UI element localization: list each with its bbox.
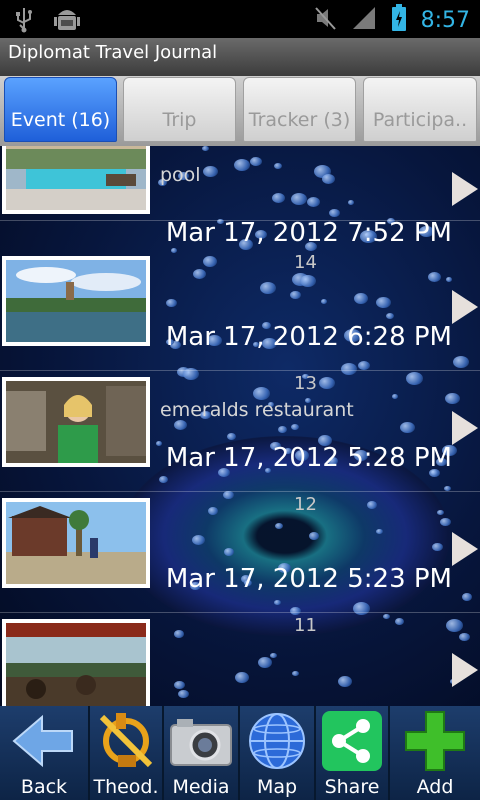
status-bar: 8:57	[0, 0, 480, 38]
share-icon	[319, 710, 385, 772]
tab-tracker[interactable]: Tracker (3)	[243, 77, 356, 142]
share-button[interactable]: Share	[316, 706, 390, 800]
list-item[interactable]: 15 pool Mar 17, 2012 7:52 PM	[0, 146, 480, 248]
back-arrow-icon	[11, 710, 77, 772]
chevron-right-icon[interactable]	[452, 411, 478, 445]
list-item[interactable]: 11	[0, 613, 480, 706]
battery-icon	[391, 4, 407, 36]
chevron-right-icon[interactable]	[452, 172, 478, 206]
chevron-right-icon[interactable]	[452, 532, 478, 566]
event-list[interactable]: 15 pool Mar 17, 2012 7:52 PM 14 Mar 17, …	[0, 146, 480, 706]
tab-participants[interactable]: Participa..	[363, 77, 477, 142]
list-item[interactable]: 12 Mar 17, 2012 5:23 PM	[0, 492, 480, 613]
status-time: 8:57	[420, 7, 470, 33]
usb-icon	[14, 7, 34, 37]
event-thumbnail	[2, 619, 150, 706]
globe-icon	[244, 710, 310, 772]
app-title: Diplomat Travel Journal	[0, 38, 480, 76]
camera-icon	[168, 710, 234, 772]
media-button[interactable]: Media	[164, 706, 240, 800]
event-number: 13	[294, 373, 317, 394]
bottom-toolbar: Back Theod. Media Map Share Add	[0, 706, 480, 800]
tab-trip[interactable]: Trip	[123, 77, 236, 142]
map-label: Map	[256, 776, 298, 798]
event-date: Mar 17, 2012 5:23 PM	[165, 564, 452, 594]
theodolite-icon	[93, 710, 159, 772]
signal-icon	[351, 5, 377, 35]
tab-event[interactable]: Event (16)	[4, 77, 117, 142]
share-label: Share	[324, 776, 380, 798]
add-button[interactable]: Add	[390, 706, 480, 800]
media-label: Media	[172, 776, 230, 798]
event-date: Mar 17, 2012 7:52 PM	[165, 218, 452, 248]
map-button[interactable]: Map	[240, 706, 316, 800]
back-label: Back	[20, 776, 68, 798]
event-thumbnail	[2, 377, 150, 467]
back-button[interactable]: Back	[0, 706, 90, 800]
tab-bar: Event (16) Trip Tracker (3) Participa..	[0, 76, 480, 146]
theodolite-button[interactable]: Theod.	[90, 706, 164, 800]
event-thumbnail	[2, 256, 150, 346]
event-thumbnail	[2, 498, 150, 588]
event-description: pool	[160, 164, 201, 186]
chevron-right-icon[interactable]	[452, 653, 478, 687]
event-number: 12	[294, 494, 317, 515]
event-thumbnail	[2, 146, 150, 214]
event-date: Mar 17, 2012 6:28 PM	[165, 322, 452, 352]
chevron-right-icon[interactable]	[452, 290, 478, 324]
list-item[interactable]: 13 emeralds restaurant Mar 17, 2012 5:28…	[0, 371, 480, 492]
event-date: Mar 17, 2012 5:28 PM	[165, 443, 452, 473]
event-number: 11	[294, 615, 317, 636]
event-number: 14	[294, 252, 317, 273]
mute-icon	[313, 5, 337, 35]
plus-icon	[402, 710, 468, 772]
event-description: emeralds restaurant	[160, 399, 354, 421]
list-item[interactable]: 14 Mar 17, 2012 6:28 PM	[0, 250, 480, 371]
android-debug-icon	[54, 6, 80, 38]
theod-label: Theod.	[93, 776, 159, 798]
add-label: Add	[416, 776, 454, 798]
